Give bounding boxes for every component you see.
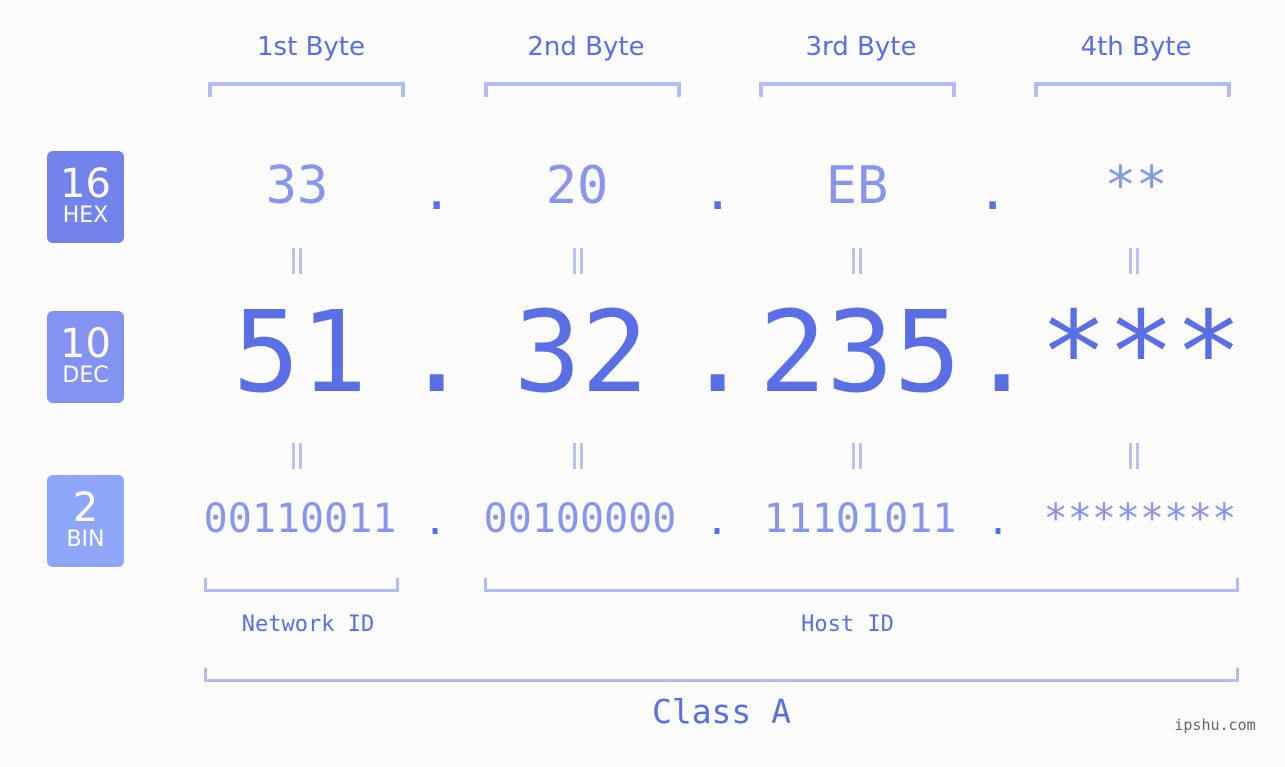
hex-separator-2: .: [702, 162, 734, 222]
bin-value-2: 00100000: [483, 496, 677, 542]
bin-separator-2: .: [704, 498, 730, 544]
hex-value-2: 20: [545, 156, 609, 216]
equals-icon: [573, 443, 583, 469]
hex-value-1: 33: [265, 156, 329, 216]
bin-value-1: 00110011: [203, 496, 397, 542]
network-id-label: Network ID: [241, 612, 375, 637]
equals-icon: [292, 443, 302, 469]
hex-value-3: EB: [825, 156, 889, 216]
dec-value-3: 235: [758, 288, 962, 418]
bin-badge: 2 BIN: [47, 475, 124, 567]
dec-badge: 10 DEC: [47, 311, 124, 403]
byte-bracket-3: [759, 82, 956, 97]
bin-badge-number: 2: [72, 485, 99, 531]
bin-value-3: 11101011: [763, 496, 957, 542]
equals-icon: [852, 443, 862, 469]
network-id-bracket: [204, 578, 399, 592]
class-bracket: [204, 668, 1239, 682]
bin-separator-1: .: [422, 498, 448, 544]
byte-bracket-1: [208, 82, 405, 97]
byte-label-4: 4th Byte: [1080, 32, 1192, 62]
dec-value-1: 51: [232, 288, 368, 418]
dec-badge-number: 10: [60, 321, 111, 367]
bin-value-4: ********: [1043, 496, 1237, 542]
hex-separator-3: .: [977, 162, 1009, 222]
equals-icon: [292, 248, 302, 274]
dec-badge-label: DEC: [62, 363, 109, 388]
hex-separator-1: .: [421, 162, 453, 222]
host-id-label: Host ID: [801, 612, 894, 637]
byte-bracket-4: [1034, 82, 1231, 97]
watermark: ipshu.com: [1174, 716, 1256, 734]
hex-value-4: **: [1104, 156, 1168, 216]
hex-badge-number: 16: [60, 161, 111, 207]
bin-badge-label: BIN: [66, 527, 105, 552]
byte-label-2: 2nd Byte: [527, 32, 645, 62]
hex-badge: 16 HEX: [47, 151, 124, 243]
equals-icon: [1129, 443, 1139, 469]
byte-bracket-2: [484, 82, 681, 97]
dec-value-2: 32: [513, 288, 649, 418]
host-id-bracket: [484, 578, 1239, 592]
dec-value-4: ***: [1039, 288, 1243, 418]
hex-badge-label: HEX: [62, 203, 109, 228]
byte-label-1: 1st Byte: [257, 32, 365, 62]
bin-separator-3: .: [985, 498, 1011, 544]
class-label: Class A: [651, 692, 792, 731]
equals-icon: [573, 248, 583, 274]
equals-icon: [852, 248, 862, 274]
byte-label-3: 3rd Byte: [805, 32, 917, 62]
equals-icon: [1129, 248, 1139, 274]
